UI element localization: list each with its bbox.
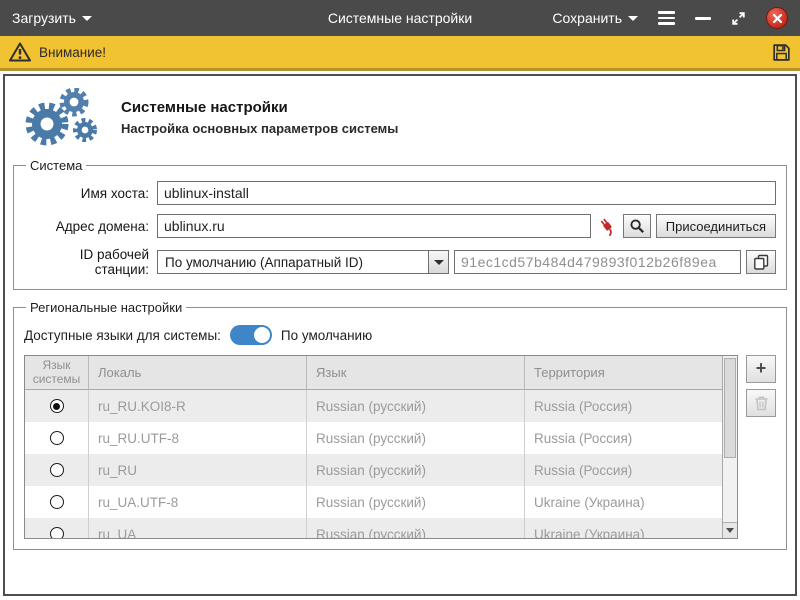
- cell-language: Russian (русский): [307, 454, 525, 486]
- cell-territory: Russia (Россия): [525, 454, 722, 486]
- cell-territory: Russia (Россия): [525, 422, 722, 454]
- join-domain-button[interactable]: Присоединиться: [656, 214, 776, 238]
- table-row[interactable]: ru_UA Russian (русский) Ukraine (Украина…: [25, 518, 722, 539]
- warning-label: Внимание!: [39, 45, 106, 60]
- chevron-down-icon: [628, 16, 638, 21]
- domain-input[interactable]: [157, 214, 591, 238]
- save-button-label: Сохранить: [552, 10, 622, 26]
- column-header-territory: Территория: [525, 356, 722, 389]
- cell-territory: Russia (Россия): [525, 390, 722, 422]
- plus-icon: +: [756, 359, 767, 377]
- scrollbar-thumb[interactable]: [724, 358, 736, 458]
- locale-table-header: Язык системы Локаль Язык Территория: [25, 356, 722, 390]
- regional-group: Региональные настройки Доступные языки д…: [13, 300, 787, 550]
- page-title: Системные настройки: [121, 99, 398, 116]
- cell-language: Russian (русский): [307, 518, 525, 539]
- table-row[interactable]: ru_RU.KOI8-R Russian (русский) Russia (Р…: [25, 390, 722, 422]
- main-panel: Системные настройки Настройка основных п…: [3, 74, 797, 596]
- search-icon: [629, 218, 645, 234]
- menu-icon[interactable]: [658, 11, 675, 25]
- save-button[interactable]: Сохранить: [552, 10, 638, 26]
- column-header-locale: Локаль: [89, 356, 307, 389]
- row-radio[interactable]: [50, 463, 64, 477]
- disconnected-plug-icon: [596, 216, 618, 236]
- locale-table: Язык системы Локаль Язык Территория ru_R…: [24, 355, 738, 539]
- system-group: Система Имя хоста: Адрес домена:: [13, 158, 787, 290]
- delete-locale-button[interactable]: [746, 389, 776, 417]
- station-id-value-field[interactable]: [454, 250, 741, 274]
- trash-icon: [754, 395, 769, 411]
- column-header-system-language: Язык системы: [25, 356, 89, 389]
- cell-territory: Ukraine (Украина): [525, 486, 722, 518]
- table-scrollbar[interactable]: [722, 356, 737, 538]
- warning-bar: Внимание!: [0, 36, 800, 71]
- station-id-select[interactable]: По умолчанию (Аппаратный ID): [157, 250, 449, 274]
- cell-locale: ru_RU: [89, 454, 307, 486]
- row-radio[interactable]: [50, 495, 64, 509]
- cell-territory: Ukraine (Украина): [525, 518, 722, 539]
- chevron-down-icon: [726, 528, 734, 533]
- system-group-legend: Система: [26, 158, 86, 173]
- fullscreen-icon[interactable]: [731, 11, 746, 26]
- page-subtitle: Настройка основных параметров системы: [121, 121, 398, 136]
- table-row[interactable]: ru_RU Russian (русский) Russia (Россия): [25, 454, 722, 486]
- hostname-label: Имя хоста:: [24, 186, 152, 201]
- table-row[interactable]: ru_RU.UTF-8 Russian (русский) Russia (Ро…: [25, 422, 722, 454]
- table-row[interactable]: ru_UA.UTF-8 Russian (русский) Ukraine (У…: [25, 486, 722, 518]
- cell-language: Russian (русский): [307, 486, 525, 518]
- cell-locale: ru_UA.UTF-8: [89, 486, 307, 518]
- row-radio[interactable]: [50, 431, 64, 445]
- close-icon[interactable]: [766, 7, 788, 29]
- station-id-label: ID рабочей станции:: [24, 247, 152, 277]
- regional-group-legend: Региональные настройки: [26, 300, 186, 315]
- titlebar: Загрузить Системные настройки Сохранить: [0, 0, 800, 36]
- domain-label: Адрес домена:: [24, 219, 152, 234]
- gears-icon: [17, 88, 105, 146]
- languages-label: Доступные языки для системы:: [24, 328, 221, 343]
- select-dropdown-arrow[interactable]: [428, 251, 448, 273]
- page-header: Системные настройки Настройка основных п…: [11, 80, 789, 158]
- toggle-knob: [254, 327, 270, 343]
- copy-icon: [753, 254, 769, 270]
- station-id-selected-option: По умолчанию (Аппаратный ID): [158, 255, 428, 270]
- cell-locale: ru_RU.KOI8-R: [89, 390, 307, 422]
- row-radio[interactable]: [50, 399, 64, 413]
- minimize-icon[interactable]: [695, 17, 711, 20]
- hostname-input[interactable]: [157, 181, 776, 205]
- chevron-down-icon: [434, 260, 444, 265]
- cell-language: Russian (русский): [307, 390, 525, 422]
- scrollbar-down-arrow[interactable]: [723, 522, 737, 538]
- cell-language: Russian (русский): [307, 422, 525, 454]
- domain-search-button[interactable]: [623, 214, 651, 238]
- save-floppy-icon[interactable]: [771, 42, 792, 63]
- toggle-state-label: По умолчанию: [281, 328, 372, 343]
- locale-table-body: ru_RU.KOI8-R Russian (русский) Russia (Р…: [25, 390, 722, 539]
- column-header-language: Язык: [307, 356, 525, 389]
- load-button-label: Загрузить: [12, 10, 76, 26]
- cell-locale: ru_UA: [89, 518, 307, 539]
- copy-id-button[interactable]: [746, 250, 776, 274]
- cell-locale: ru_RU.UTF-8: [89, 422, 307, 454]
- row-radio[interactable]: [50, 527, 64, 539]
- chevron-down-icon: [82, 16, 92, 21]
- languages-toggle[interactable]: [230, 325, 272, 345]
- warning-triangle-icon: [8, 41, 32, 63]
- add-locale-button[interactable]: +: [746, 355, 776, 383]
- load-button[interactable]: Загрузить: [12, 10, 92, 26]
